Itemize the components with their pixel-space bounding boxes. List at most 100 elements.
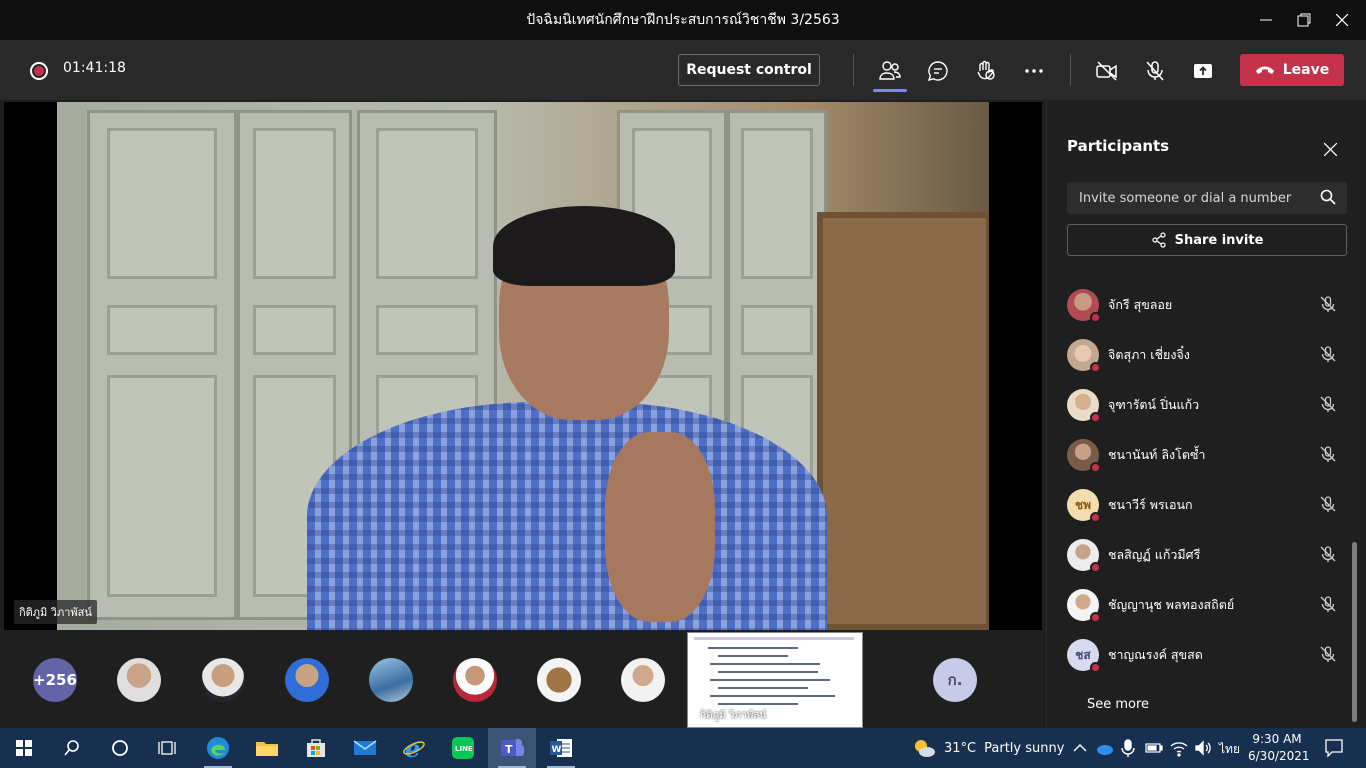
main-video-stage: กิติภูมิ วิภาพัสน์ <box>4 102 1042 630</box>
participants-scrollbar[interactable] <box>1352 542 1357 722</box>
participant-row[interactable]: จิตสุภา เชี่ยงจิ๋ง <box>1067 330 1347 380</box>
show-participants-button[interactable] <box>873 56 907 92</box>
status-dot <box>1090 362 1101 373</box>
meeting-timer: 01:41:18 <box>63 60 126 76</box>
taskbar-file-explorer[interactable] <box>243 728 291 768</box>
participant-avatar[interactable] <box>369 658 413 702</box>
share-invite-label: Share invite <box>1174 232 1264 248</box>
taskbar-mail[interactable] <box>341 728 389 768</box>
minimize-button[interactable] <box>1246 0 1286 40</box>
share-icon <box>1151 232 1166 248</box>
restore-icon <box>1297 13 1311 27</box>
participant-list: จักรี สุขลอย จิตสุภา เชี่ยงจิ๋ง จุฑารัตน… <box>1067 280 1347 680</box>
participant-initials-avatar: ชส <box>1067 639 1101 673</box>
participant-avatar <box>1067 289 1101 323</box>
clock-date: 6/30/2021 <box>1248 749 1310 763</box>
invite-input[interactable] <box>1067 182 1307 214</box>
speaker-hand <box>605 432 715 622</box>
participant-row[interactable]: ชส ชาญณรงค์ สุขสด <box>1067 630 1347 680</box>
speaker-hair <box>493 206 675 286</box>
windows-taskbar: e LINE T W 31°C Partly sunny ไทย 9:30 AM… <box>0 728 1366 768</box>
taskbar-store[interactable] <box>292 728 340 768</box>
taskbar-teams[interactable]: T <box>488 728 536 768</box>
close-window-button[interactable] <box>1322 0 1362 40</box>
status-dot <box>1090 662 1101 673</box>
participant-row[interactable]: ชลสิญฏ์ แก้วมีศรี <box>1067 530 1347 580</box>
speaker-name-tag: กิติภูมิ วิภาพัสน์ <box>14 600 97 624</box>
participant-avatar[interactable] <box>117 658 161 702</box>
weather-condition: Partly sunny <box>984 740 1065 756</box>
shared-content-thumbnail[interactable]: กิติภูมิ วิภาพัสน์ <box>687 632 863 728</box>
taskbar-search-button[interactable] <box>48 728 96 768</box>
task-view-button[interactable] <box>144 728 192 768</box>
participant-avatar[interactable] <box>285 658 329 702</box>
share-content-button[interactable] <box>1188 56 1218 86</box>
taskbar-line[interactable]: LINE <box>439 728 487 768</box>
mic-toggle-button[interactable] <box>1140 56 1170 86</box>
participant-avatar[interactable] <box>537 658 581 702</box>
participant-name: ชลสิญฏ์ แก้วมีศรี <box>1108 547 1201 562</box>
svg-text:T: T <box>505 743 513 756</box>
close-panel-button[interactable] <box>1319 138 1341 160</box>
reactions-button[interactable] <box>971 56 1001 86</box>
windows-logo-icon <box>16 740 32 756</box>
share-invite-button[interactable]: Share invite <box>1067 224 1347 256</box>
search-icon <box>64 740 79 756</box>
share-screen-icon <box>1194 64 1212 78</box>
maximize-button[interactable] <box>1284 0 1324 40</box>
participant-video-strip: +256 กิติภูมิ วิภาพัสน์ ก. <box>0 630 1046 728</box>
participant-avatar[interactable] <box>621 658 665 702</box>
participant-avatar <box>1067 439 1101 473</box>
toolbar-divider <box>1070 54 1071 86</box>
participant-name: จักรี สุขลอย <box>1108 297 1173 312</box>
participant-avatar[interactable] <box>201 658 245 702</box>
taskbar-edge[interactable] <box>194 728 242 768</box>
participant-row[interactable]: จุฑารัตน์ ปิ่นแก้ว <box>1067 380 1347 430</box>
participant-name: จุฑารัตน์ ปิ่นแก้ว <box>1108 397 1200 412</box>
taskbar-word[interactable]: W <box>537 728 585 768</box>
mail-icon <box>353 740 377 755</box>
taskbar-internet-explorer[interactable]: e <box>390 728 438 768</box>
participant-row[interactable]: จักรี สุขลอย <box>1067 280 1347 330</box>
see-more-link[interactable]: See more <box>1087 697 1149 712</box>
battery-icon[interactable] <box>1145 739 1163 757</box>
participant-initials-avatar[interactable]: ก. <box>933 658 977 702</box>
participant-avatar <box>1067 589 1101 623</box>
request-control-button[interactable]: Request control <box>678 54 820 86</box>
leave-button[interactable]: Leave <box>1240 54 1344 86</box>
partly-sunny-icon <box>915 740 935 757</box>
more-actions-button[interactable] <box>1019 56 1049 86</box>
invite-search-box <box>1067 182 1347 214</box>
show-chat-button[interactable] <box>923 56 953 86</box>
clock-time: 9:30 AM <box>1252 732 1302 746</box>
status-dot <box>1090 612 1101 623</box>
participant-avatar[interactable] <box>453 658 497 702</box>
participant-row[interactable]: ชนานันท์ ลิงโตซ้ำ <box>1067 430 1347 480</box>
folder-icon <box>256 742 278 756</box>
wifi-icon[interactable] <box>1170 739 1188 757</box>
word-icon: W <box>550 739 572 757</box>
participant-avatar <box>1067 539 1101 573</box>
start-button[interactable] <box>0 728 48 768</box>
camera-toggle-button[interactable] <box>1092 56 1122 86</box>
onedrive-icon[interactable] <box>1096 739 1114 757</box>
microphone-icon[interactable] <box>1121 739 1135 757</box>
background-cabinet <box>817 212 989 630</box>
volume-icon[interactable] <box>1194 739 1212 757</box>
participant-name: ชนานันท์ ลิงโตซ้ำ <box>1108 447 1206 462</box>
input-language[interactable]: ไทย <box>1219 740 1240 759</box>
search-icon[interactable] <box>1319 188 1337 210</box>
notification-icon[interactable] <box>1325 738 1343 758</box>
window-title: ปัจฉิมนิเทศนักศึกษาฝึกประสบการณ์วิชาชีพ … <box>526 12 840 28</box>
cortana-button[interactable] <box>96 728 144 768</box>
participant-row[interactable]: ชัญญานุช พลทองสถิตย์ <box>1067 580 1347 630</box>
speaker-video[interactable] <box>57 102 989 630</box>
system-clock[interactable]: 9:30 AM 6/30/2021 <box>1248 731 1310 765</box>
internet-explorer-icon: e <box>403 736 425 760</box>
overflow-participants-button[interactable]: +256 <box>33 658 77 702</box>
participant-avatar <box>1067 389 1101 423</box>
weather-widget[interactable]: 31°C Partly sunny <box>912 728 1064 768</box>
chevron-up-icon[interactable] <box>1073 739 1087 757</box>
participant-row[interactable]: ชพ ชนาวีร์ พรเอนก <box>1067 480 1347 530</box>
status-dot <box>1090 462 1101 473</box>
